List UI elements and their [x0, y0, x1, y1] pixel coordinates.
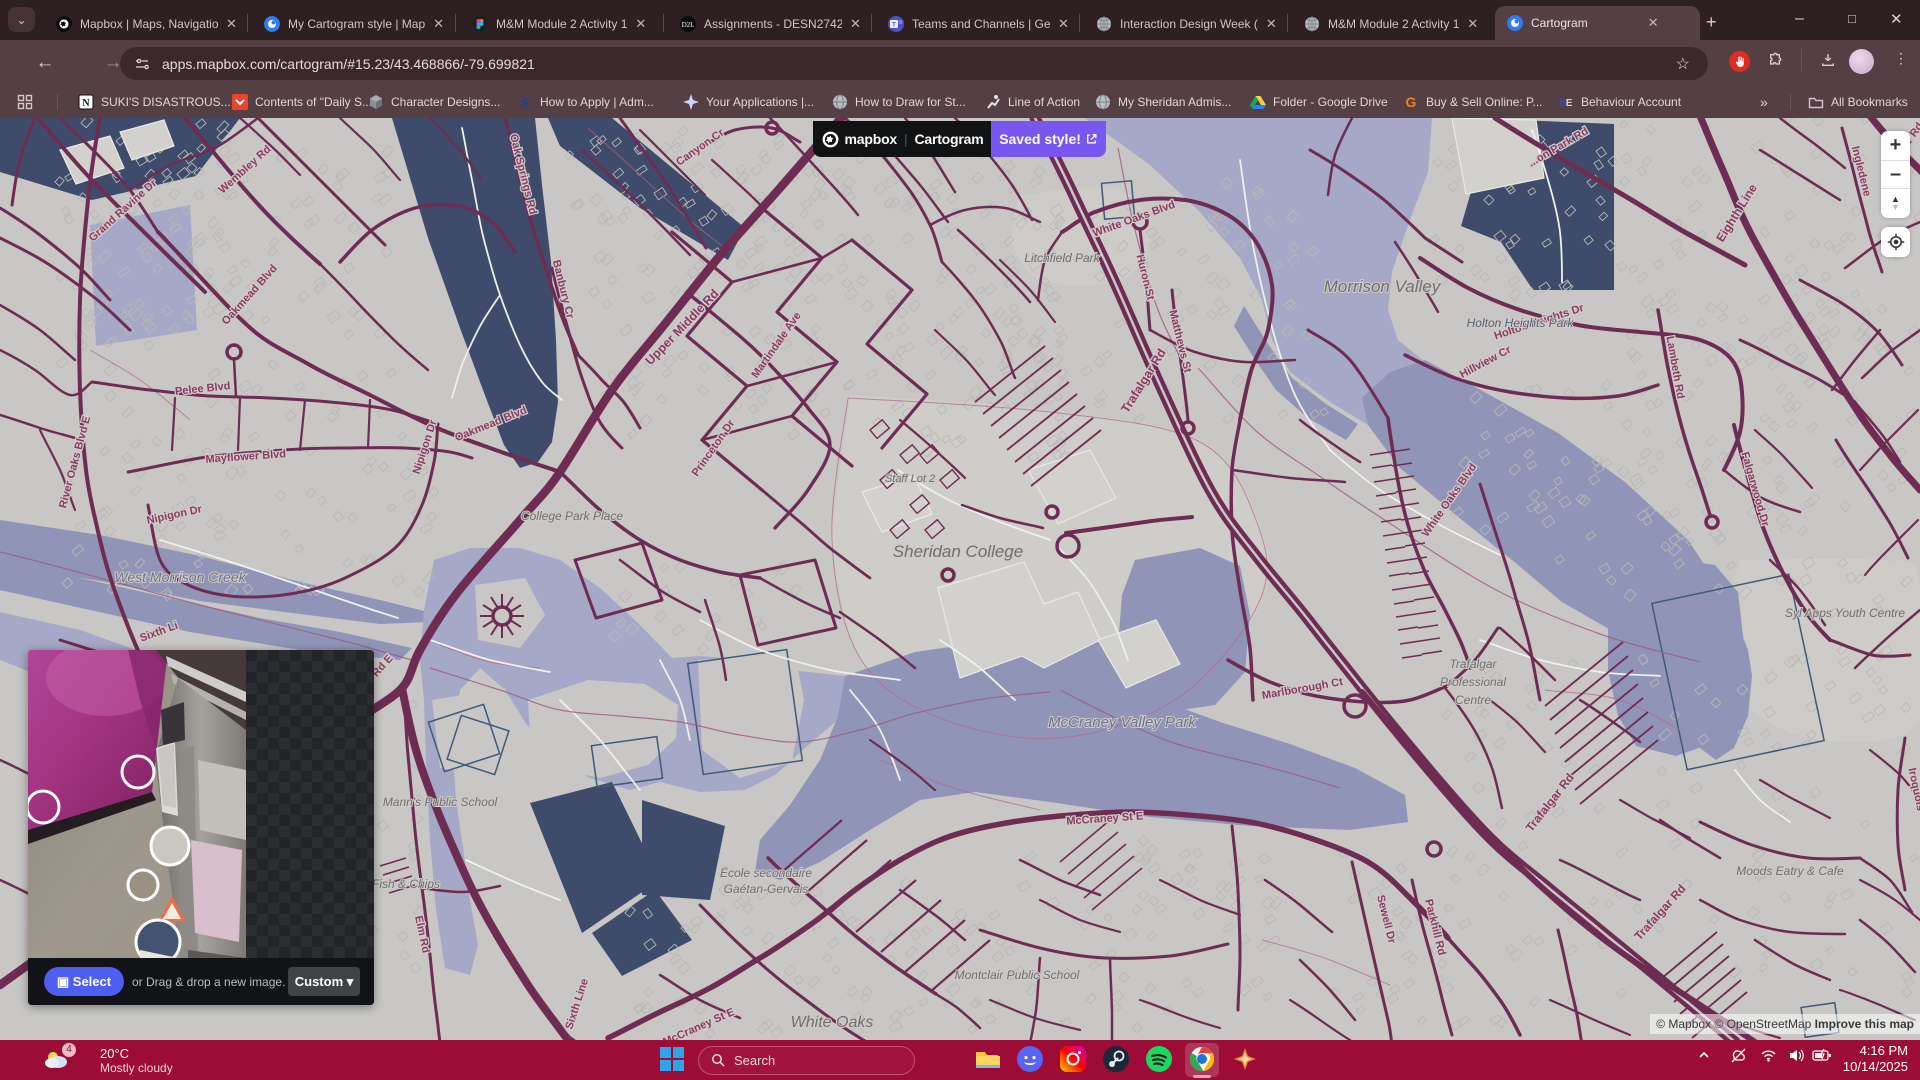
svg-text:N: N — [82, 98, 90, 109]
svg-text:Mann's Public School: Mann's Public School — [383, 795, 498, 809]
svg-text:Morrison Valley: Morrison Valley — [1324, 277, 1442, 296]
svg-text:Moods Eatry & Cafe: Moods Eatry & Cafe — [1736, 864, 1844, 878]
svg-text:École secondaire: École secondaire — [720, 865, 812, 880]
svg-text:Holton Heights Park: Holton Heights Park — [1467, 316, 1575, 330]
svg-text:Gaétan-Gervais: Gaétan-Gervais — [724, 882, 809, 896]
svg-text:bE: bE — [1560, 98, 1573, 109]
svg-text:G: G — [1406, 94, 1417, 110]
svg-text:Professional: Professional — [1440, 675, 1506, 689]
svg-text:McCraney Valley Park: McCraney Valley Park — [1048, 714, 1197, 731]
svg-text:White Oaks: White Oaks — [791, 1014, 874, 1031]
svg-text:College Park Place: College Park Place — [521, 509, 623, 523]
svg-text:Syl Apps Youth Centre: Syl Apps Youth Centre — [1785, 606, 1905, 620]
svg-text:Sheridan College: Sheridan College — [893, 542, 1023, 561]
svg-text:Trafalgar: Trafalgar — [1449, 657, 1497, 671]
svg-text:T: T — [892, 23, 896, 29]
svg-text:Staff Lot 2: Staff Lot 2 — [885, 473, 935, 485]
svg-text:Centre: Centre — [1455, 693, 1491, 707]
svg-text:West Morrison Creek: West Morrison Creek — [114, 569, 246, 585]
svg-text:Montclair Public School: Montclair Public School — [955, 968, 1080, 982]
svg-text:S: S — [521, 96, 529, 110]
svg-text:Litchfield Park: Litchfield Park — [1024, 251, 1100, 265]
svg-text:D2L: D2L — [682, 21, 695, 29]
svg-text:Fish & Chips: Fish & Chips — [372, 877, 440, 891]
